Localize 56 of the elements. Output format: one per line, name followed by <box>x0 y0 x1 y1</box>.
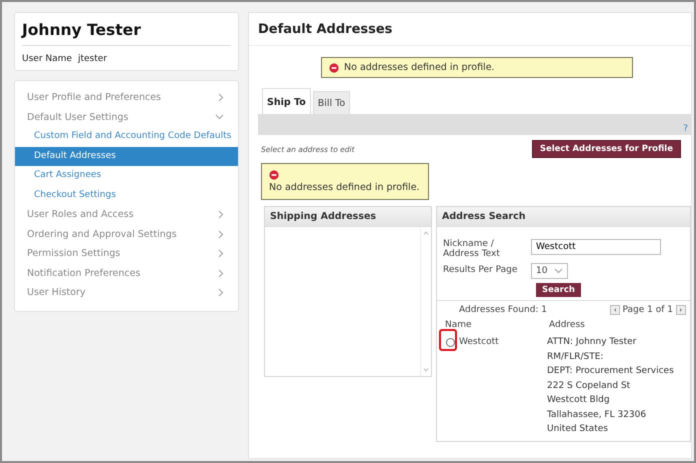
scroll-down-icon[interactable] <box>423 368 429 372</box>
address-line: ATTN: Johnny Tester <box>547 336 638 349</box>
address-line: 222 S Copeland St <box>547 380 632 392</box>
nav-subitem[interactable]: Cart Assignees <box>15 166 238 186</box>
address-line: Tallahassee, FL 32306 <box>547 408 648 422</box>
scrollbar[interactable] <box>420 227 431 376</box>
address-line: DEPT: Procurement Services <box>547 365 675 378</box>
username-value: jtester <box>78 54 107 64</box>
results-per-page-select[interactable]: 10 <box>531 263 568 279</box>
chevron-right-icon <box>218 93 224 102</box>
chevron-right-icon <box>218 249 224 258</box>
nav-item[interactable]: User Profile and Preferences <box>15 88 238 108</box>
chevron-right-icon <box>218 230 224 239</box>
nav-item[interactable]: Notification Preferences <box>15 264 238 283</box>
panel-title: Address Search <box>437 207 690 227</box>
chevron-right-icon <box>218 210 224 220</box>
field-label: Results Per Page <box>443 264 518 275</box>
radio-button[interactable] <box>446 338 454 346</box>
nav-item[interactable]: Permission Settings <box>15 244 238 264</box>
error-icon <box>269 170 279 180</box>
scroll-up-icon[interactable] <box>423 231 429 235</box>
column-header: Name <box>445 320 473 330</box>
page-title: Default Addresses <box>249 13 691 46</box>
address-nickname: Westcott <box>459 336 499 349</box>
column-header: Address <box>549 320 586 330</box>
tab[interactable]: Ship To <box>262 88 311 114</box>
address-line: RM/FLR/STE: <box>547 350 604 364</box>
help-link[interactable]: ? <box>683 124 688 134</box>
address-line: United States <box>547 423 609 436</box>
page-indicator: Page 1 of 1 <box>622 305 673 315</box>
chevron-right-icon <box>218 268 224 278</box>
tab[interactable]: Bill To <box>312 91 350 114</box>
panel-title: Shipping Addresses <box>265 207 431 227</box>
nav-item[interactable]: User History <box>15 283 238 302</box>
nav-subitem[interactable]: Custom Field and Accounting Code Defaults <box>15 127 238 146</box>
nav-subitem[interactable]: Default Addresses <box>15 146 238 166</box>
error-icon <box>329 62 339 72</box>
alert-message: No addresses defined in profile. <box>321 57 633 78</box>
results-count: Addresses Found: 1 <box>459 305 548 315</box>
nav-item[interactable]: Ordering and Approval Settings <box>15 224 238 244</box>
username-label: User Name <box>22 54 72 64</box>
previous-page-icon[interactable] <box>610 305 620 315</box>
nav-subitem[interactable]: Checkout Settings <box>15 186 238 205</box>
field-label: Nickname / Address Text <box>443 239 501 259</box>
select-addresses-button[interactable]: Select Addresses for Profile <box>532 140 681 158</box>
search-button[interactable]: Search <box>536 283 581 297</box>
user-name: Johnny Tester <box>22 21 231 46</box>
alert-message: No addresses defined in profile. <box>261 163 429 200</box>
nav-item[interactable]: User Roles and Access <box>15 205 238 224</box>
chevron-down-icon <box>215 114 224 120</box>
dropdown-caret-icon <box>554 268 563 274</box>
next-page-icon[interactable] <box>676 305 686 315</box>
nickname-field[interactable]: Westcott <box>531 239 661 255</box>
nav-item[interactable]: Default User Settings <box>15 108 238 127</box>
address-line: Westcott Bldg <box>547 394 611 407</box>
chevron-right-icon <box>218 288 224 298</box>
